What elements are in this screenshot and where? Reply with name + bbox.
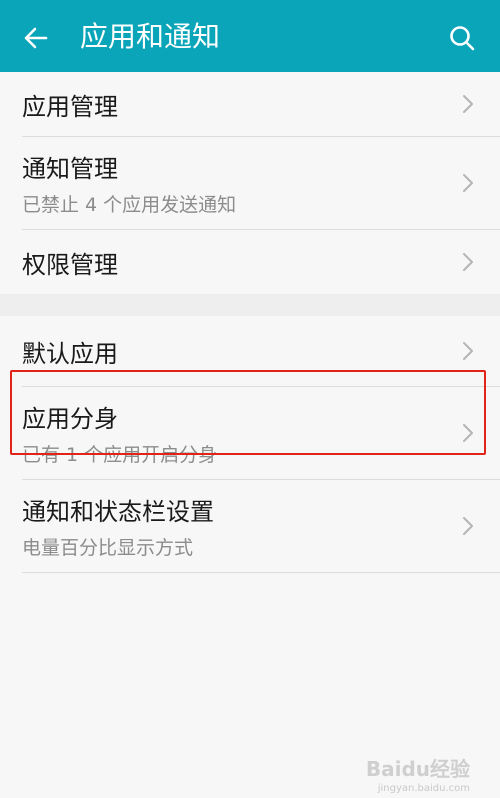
page-title: 应用和通知	[80, 20, 221, 53]
list-item-app-twin[interactable]: 应用分身 已有 1 个应用开启分身	[22, 387, 500, 480]
watermark: Baidu经验	[365, 757, 470, 781]
chevron-right-icon	[463, 517, 473, 535]
item-subtitle: 电量百分比显示方式	[22, 537, 194, 559]
item-label: 应用分身	[22, 405, 118, 433]
item-label: 默认应用	[22, 339, 118, 368]
settings-group-2: 默认应用 应用分身 已有 1 个应用开启分身 通知和状态栏设置 电量百分比显示方…	[0, 316, 500, 573]
chevron-right-icon	[463, 174, 473, 192]
item-subtitle: 已有 1 个应用开启分身	[22, 444, 218, 466]
search-button[interactable]	[444, 20, 480, 56]
list-item-permission-management[interactable]: 权限管理	[22, 230, 500, 294]
search-icon	[450, 26, 475, 51]
list-item-default-apps[interactable]: 默认应用	[22, 316, 500, 387]
item-label: 通知和状态栏设置	[22, 498, 214, 526]
back-button[interactable]	[18, 20, 54, 56]
app-bar: 应用和通知	[0, 0, 500, 72]
watermark-url: jingyan.baidu.com	[377, 783, 470, 794]
group-divider	[0, 294, 500, 316]
list-item-notification-management[interactable]: 通知管理 已禁止 4 个应用发送通知	[22, 137, 500, 230]
item-subtitle: 已禁止 4 个应用发送通知	[22, 194, 237, 216]
chevron-right-icon	[463, 342, 473, 360]
item-label: 通知管理	[22, 155, 118, 183]
chevron-right-icon	[463, 253, 473, 271]
list-item-app-management[interactable]: 应用管理	[22, 72, 500, 137]
item-label: 权限管理	[22, 250, 118, 279]
settings-list: 应用管理 通知管理 已禁止 4 个应用发送通知 权限管理 默认应用 应用分身 已…	[0, 72, 500, 573]
arrow-left-icon	[24, 27, 48, 49]
chevron-right-icon	[463, 424, 473, 442]
settings-group-1: 应用管理 通知管理 已禁止 4 个应用发送通知 权限管理	[0, 72, 500, 294]
list-item-notification-statusbar-settings[interactable]: 通知和状态栏设置 电量百分比显示方式	[22, 480, 500, 573]
item-label: 应用管理	[22, 92, 118, 121]
chevron-right-icon	[463, 95, 473, 113]
